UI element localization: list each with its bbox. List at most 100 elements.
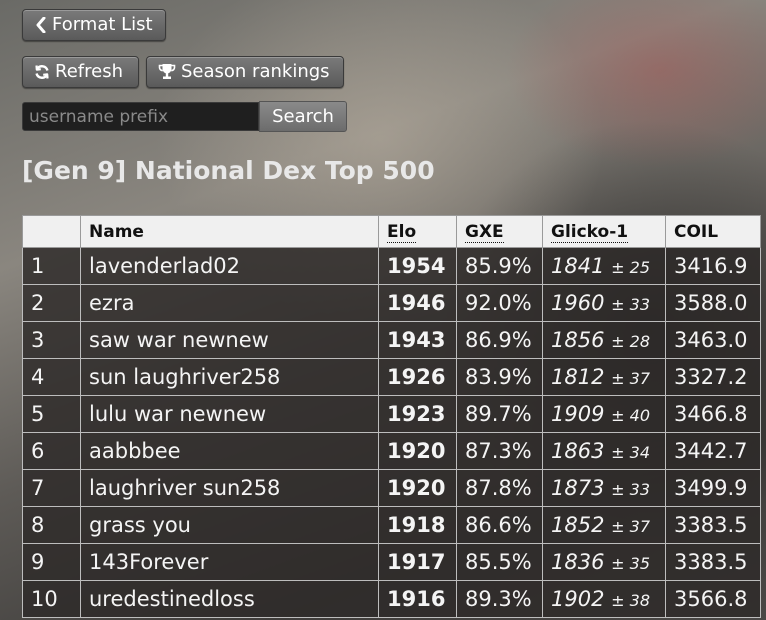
glicko-rating: 1856: [551, 328, 605, 352]
rank-cell: 1: [22, 247, 81, 285]
table-row: 7 laughriver sun258 1920 87.8% 1873 ± 33 3499…: [22, 469, 761, 507]
glicko-cell: 1960 ± 33: [542, 284, 666, 322]
glicko-cell: 1812 ± 37: [542, 358, 666, 396]
coil-cell: 3466.8: [665, 395, 761, 433]
rank-cell: 2: [22, 284, 81, 322]
glicko-deviation: ± 33: [611, 295, 650, 314]
table-row: 10 uredestinedloss 1916 89.3% 1902 ± 38 3566.…: [22, 580, 761, 618]
gxe-cell: 86.6%: [456, 506, 543, 544]
season-rankings-label: Season rankings: [181, 61, 330, 82]
coil-cell: 3463.0: [665, 321, 761, 359]
rank-cell: 10: [22, 580, 81, 618]
gxe-cell: 87.3%: [456, 432, 543, 470]
username-cell[interactable]: uredestinedloss: [80, 580, 379, 618]
elo-cell: 1920: [378, 432, 457, 470]
gxe-cell: 85.5%: [456, 543, 543, 581]
column-header-coil: COIL: [665, 215, 761, 248]
glicko-cell: 1863 ± 34: [542, 432, 666, 470]
glicko-deviation: ± 28: [611, 332, 650, 351]
elo-cell: 1946: [378, 284, 457, 322]
elo-cell: 1918: [378, 506, 457, 544]
rank-cell: 8: [22, 506, 81, 544]
gxe-cell: 85.9%: [456, 247, 543, 285]
username-cell[interactable]: laughriver sun258: [80, 469, 379, 507]
rank-cell: 4: [22, 358, 81, 396]
gxe-cell: 87.8%: [456, 469, 543, 507]
coil-cell: 3383.5: [665, 543, 761, 581]
username-cell[interactable]: saw war newnew: [80, 321, 379, 359]
coil-cell: 3566.8: [665, 580, 761, 618]
gxe-cell: 89.3%: [456, 580, 543, 618]
glicko-deviation: ± 37: [611, 369, 650, 388]
username-cell[interactable]: aabbbee: [80, 432, 379, 470]
glicko-rating: 1909: [551, 402, 605, 426]
rank-cell: 3: [22, 321, 81, 359]
ladder-table: Name Elo GXE Glicko-1 COIL 1 lavenderlad0…: [22, 215, 761, 618]
username-cell[interactable]: sun laughriver258: [80, 358, 379, 396]
table-row: 8 grass you 1918 86.6% 1852 ± 37 3383.5: [22, 506, 761, 544]
glicko-cell: 1873 ± 33: [542, 469, 666, 507]
coil-cell: 3588.0: [665, 284, 761, 322]
coil-cell: 3499.9: [665, 469, 761, 507]
glicko-cell: 1836 ± 35: [542, 543, 666, 581]
page-title: [Gen 9] National Dex Top 500: [22, 156, 435, 185]
coil-cell: 3327.2: [665, 358, 761, 396]
format-list-label: Format List: [52, 14, 153, 35]
season-rankings-button[interactable]: Season rankings: [146, 56, 344, 88]
chevron-left-icon: [35, 13, 47, 43]
rank-cell: 7: [22, 469, 81, 507]
glicko-deviation: ± 40: [611, 406, 650, 425]
column-header-glicko[interactable]: Glicko-1: [542, 215, 666, 248]
format-list-button[interactable]: Format List: [22, 9, 166, 41]
glicko-deviation: ± 25: [611, 258, 650, 277]
glicko-rating: 1852: [551, 513, 605, 537]
glicko-deviation: ± 34: [611, 443, 650, 462]
gxe-cell: 92.0%: [456, 284, 543, 322]
glicko-cell: 1841 ± 25: [542, 247, 666, 285]
username-cell[interactable]: lavenderlad02: [80, 247, 379, 285]
glicko-deviation: ± 35: [611, 554, 650, 573]
elo-cell: 1920: [378, 469, 457, 507]
column-header-name: Name: [80, 215, 379, 248]
glicko-rating: 1841: [551, 254, 605, 278]
glicko-rating: 1873: [551, 476, 605, 500]
elo-cell: 1943: [378, 321, 457, 359]
column-header-gxe[interactable]: GXE: [456, 215, 543, 248]
column-header-elo[interactable]: Elo: [378, 215, 457, 248]
elo-cell: 1954: [378, 247, 457, 285]
refresh-icon: [34, 60, 50, 90]
coil-cell: 3383.5: [665, 506, 761, 544]
trophy-icon: [158, 60, 176, 90]
rank-cell: 5: [22, 395, 81, 433]
elo-cell: 1926: [378, 358, 457, 396]
username-search-input[interactable]: [22, 102, 259, 131]
username-cell[interactable]: ezra: [80, 284, 379, 322]
glicko-cell: 1852 ± 37: [542, 506, 666, 544]
glicko-cell: 1909 ± 40: [542, 395, 666, 433]
elo-cell: 1923: [378, 395, 457, 433]
search-button[interactable]: Search: [259, 101, 347, 132]
column-header-rank: [22, 215, 81, 248]
gxe-cell: 89.7%: [456, 395, 543, 433]
table-header-row: Name Elo GXE Glicko-1 COIL: [22, 215, 761, 248]
glicko-deviation: ± 33: [611, 480, 650, 499]
glicko-rating: 1836: [551, 550, 605, 574]
elo-cell: 1916: [378, 580, 457, 618]
column-header-gxe-label: GXE: [465, 221, 504, 243]
table-row: 3 saw war newnew 1943 86.9% 1856 ± 28 3463.0: [22, 321, 761, 359]
column-header-elo-label: Elo: [387, 221, 417, 243]
glicko-deviation: ± 37: [611, 517, 650, 536]
refresh-label: Refresh: [55, 61, 123, 82]
username-cell[interactable]: lulu war newnew: [80, 395, 379, 433]
glicko-rating: 1960: [551, 291, 605, 315]
glicko-cell: 1902 ± 38: [542, 580, 666, 618]
username-cell[interactable]: grass you: [80, 506, 379, 544]
column-header-glicko-label: Glicko-1: [551, 221, 629, 243]
username-cell[interactable]: 143Forever: [80, 543, 379, 581]
table-row: 5 lulu war newnew 1923 89.7% 1909 ± 40 3466.8: [22, 395, 761, 433]
table-row: 6 aabbbee 1920 87.3% 1863 ± 34 3442.7: [22, 432, 761, 470]
gxe-cell: 86.9%: [456, 321, 543, 359]
table-row: 1 lavenderlad02 1954 85.9% 1841 ± 25 3416.9: [22, 247, 761, 285]
gxe-cell: 83.9%: [456, 358, 543, 396]
refresh-button[interactable]: Refresh: [22, 56, 139, 88]
